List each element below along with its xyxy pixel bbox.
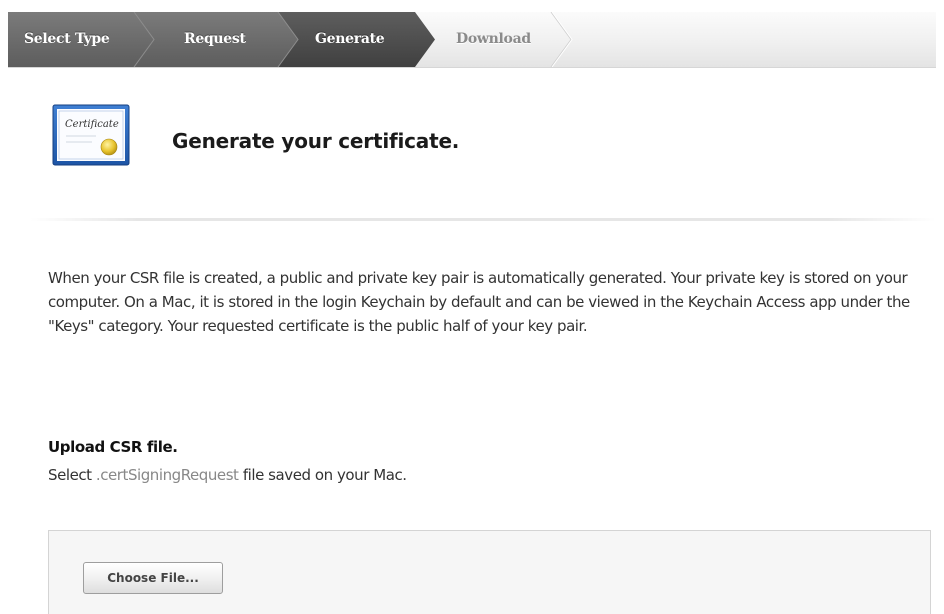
certificate-icon: Certificate [52,104,130,166]
upload-hint-extension: .certSigningRequest [95,466,239,484]
step-download: Download [456,31,531,47]
upload-csr-title: Upload CSR file. [48,438,178,456]
certificate-seal [100,138,118,156]
section-divider [30,218,936,221]
step-separator [550,12,572,67]
csr-description: When your CSR file is created, a public … [48,269,910,335]
upload-csr-hint: Select .certSigningRequest file saved on… [48,466,407,484]
certificate-icon-text: Certificate [65,119,119,130]
page-title: Generate your certificate. [172,129,460,153]
upload-file-area: Choose File... [48,530,931,614]
upload-hint-suffix: file saved on your Mac. [238,466,407,484]
step-separator-highlight [551,12,573,67]
step-select-type[interactable]: Select Type [24,12,110,67]
page: Select Type Request Generate Download Ce… [0,0,944,614]
choose-file-button[interactable]: Choose File... [83,562,223,594]
step-generate: Generate [315,31,385,47]
step-request[interactable]: Request [184,12,246,67]
upload-hint-prefix: Select [48,466,96,484]
step-progress-bar: Select Type Request Generate Download [8,12,936,68]
